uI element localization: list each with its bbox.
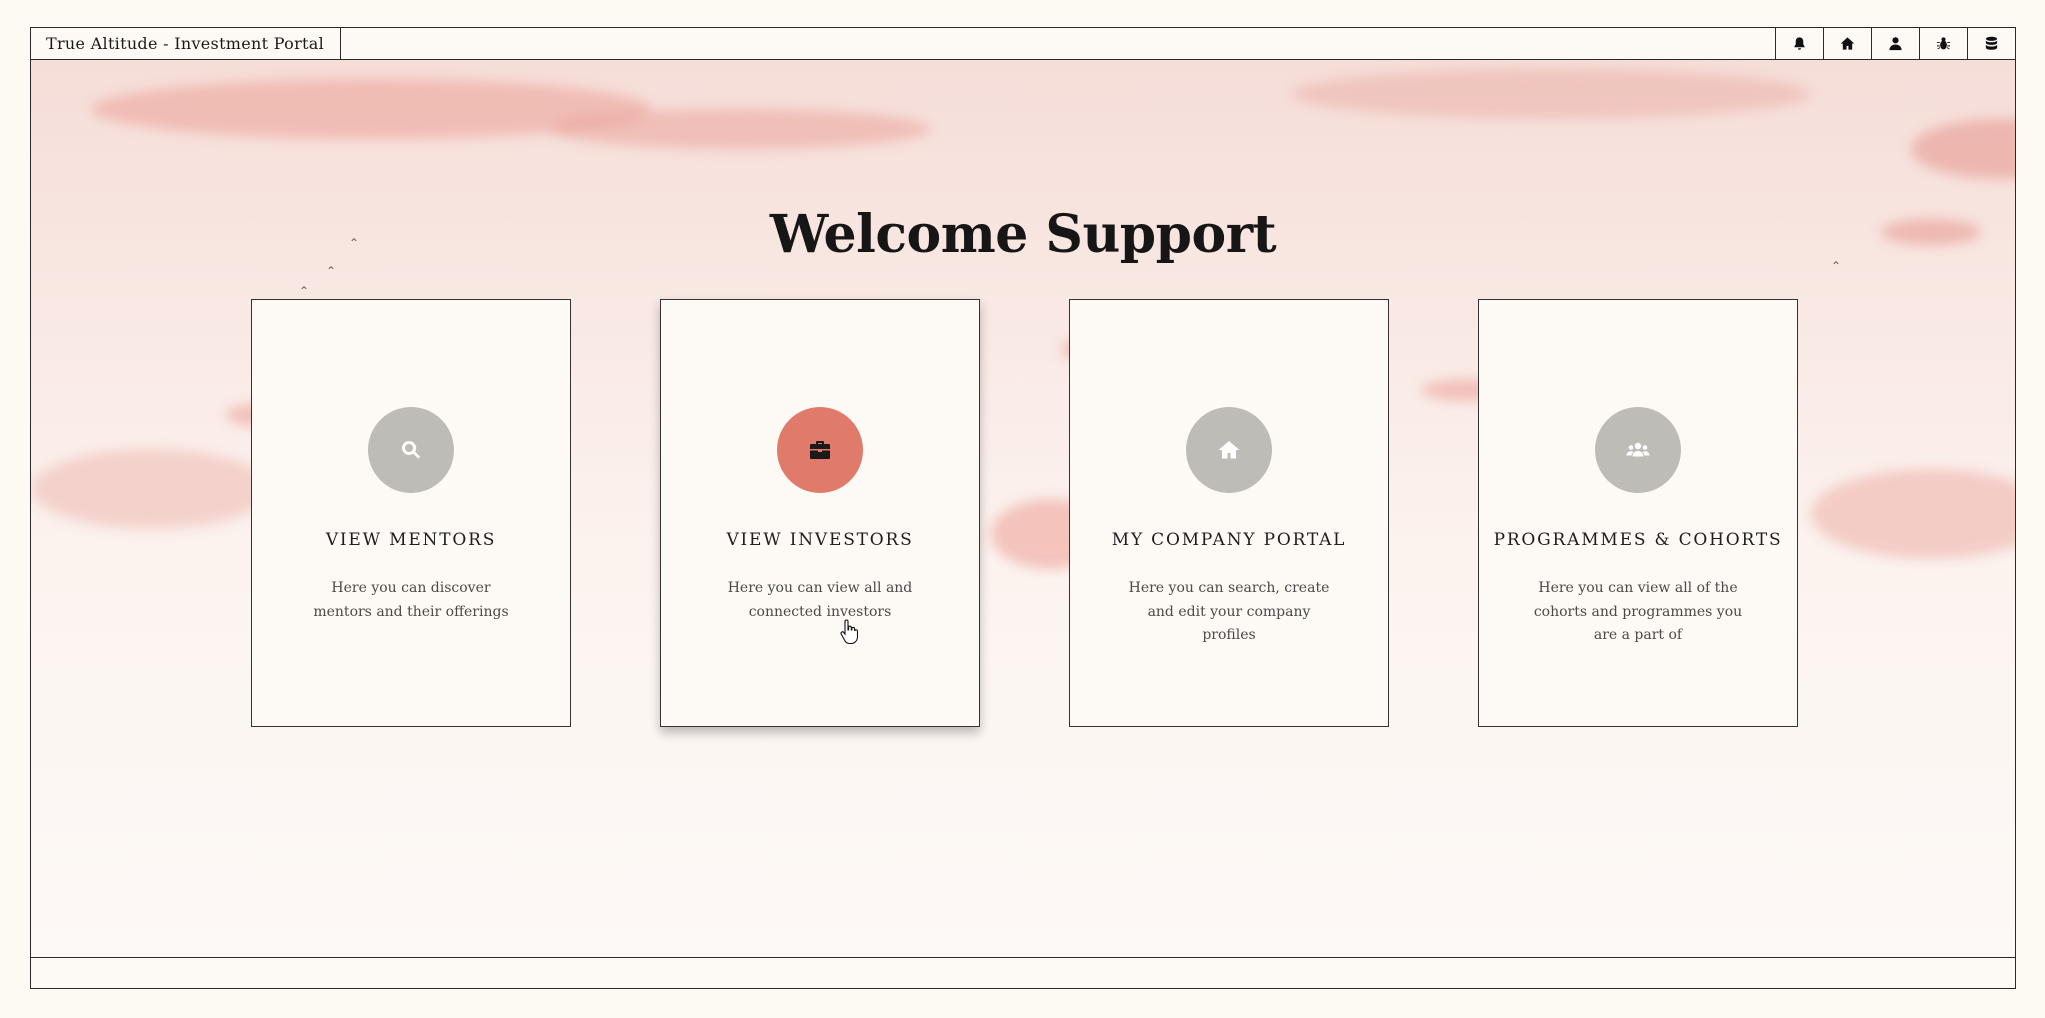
icon-circle bbox=[777, 407, 863, 493]
card-description: Here you can view all of the cohorts and… bbox=[1533, 580, 1743, 643]
users-icon bbox=[1626, 442, 1650, 457]
home-icon bbox=[1218, 441, 1240, 459]
card-title: VIEW MENTORS bbox=[325, 530, 497, 550]
card-description: Here you can view all and connected inve… bbox=[727, 580, 913, 620]
card-description: Here you can discover mentors and their … bbox=[313, 580, 509, 620]
card-title: PROGRAMMES & COHORTS bbox=[1493, 530, 1783, 550]
welcome-heading: Welcome Support bbox=[769, 204, 1277, 265]
cloud bbox=[1291, 69, 1811, 119]
bug-icon bbox=[1936, 37, 1951, 50]
bottom-bar bbox=[31, 957, 2015, 988]
card-title: VIEW INVESTORS bbox=[726, 530, 914, 550]
app-title[interactable]: True Altitude - Investment Portal bbox=[31, 28, 342, 59]
card-title: MY COMPANY PORTAL bbox=[1111, 530, 1347, 550]
hand-cursor-icon bbox=[840, 619, 858, 645]
bell-icon bbox=[1794, 37, 1805, 50]
cloud bbox=[551, 109, 931, 149]
icon-circle bbox=[1595, 407, 1681, 493]
programmes-cohorts-card[interactable]: PROGRAMMES & COHORTS Here you can view a… bbox=[1478, 299, 1798, 727]
cloud bbox=[1911, 119, 2015, 179]
view-mentors-card[interactable]: VIEW MENTORS Here you can discover mento… bbox=[251, 299, 571, 727]
profile-button[interactable] bbox=[1871, 28, 1919, 59]
briefcase-icon bbox=[810, 441, 830, 459]
app-frame: True Altitude - Investment Portal ⌃ ⌃ ⌃ … bbox=[30, 27, 2016, 989]
bird: ⌃ bbox=[299, 284, 310, 298]
notifications-button[interactable] bbox=[1775, 28, 1823, 59]
cloud bbox=[1811, 469, 2015, 559]
icon-circle bbox=[1186, 407, 1272, 493]
bird: ⌃ bbox=[326, 264, 337, 278]
card-description: Here you can search, create and edit you… bbox=[1128, 580, 1330, 643]
cloud bbox=[31, 449, 271, 529]
home-icon bbox=[1840, 37, 1855, 50]
view-investors-card[interactable]: VIEW INVESTORS Here you can view all and… bbox=[660, 299, 980, 727]
user-icon bbox=[1889, 37, 1902, 51]
top-navbar: True Altitude - Investment Portal bbox=[31, 28, 2015, 60]
icon-circle bbox=[368, 407, 454, 493]
report-bug-button[interactable] bbox=[1919, 28, 1967, 59]
my-company-portal-card[interactable]: MY COMPANY PORTAL Here you can search, c… bbox=[1069, 299, 1389, 727]
database-icon bbox=[1985, 36, 1998, 50]
search-icon bbox=[402, 440, 421, 459]
home-button[interactable] bbox=[1823, 28, 1871, 59]
database-button[interactable] bbox=[1967, 28, 2015, 59]
